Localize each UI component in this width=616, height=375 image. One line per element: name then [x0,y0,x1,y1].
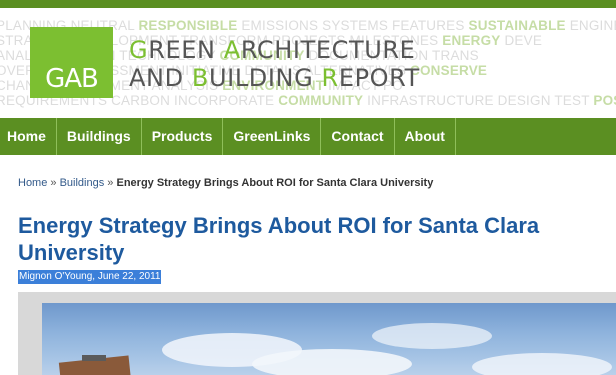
header-word: ENERGY [442,33,501,48]
main-nav: Home Buildings Products GreenLinks Conta… [0,118,616,155]
title-text: RCHITECTURE [240,36,416,64]
header-word: ENGINEERING EFFIC [569,18,616,33]
logo-text: GAB [45,64,99,94]
nav-contact[interactable]: Contact [321,118,395,155]
header-word: POSITIVE [593,93,616,108]
article-title: Energy Strategy Brings About ROI for San… [18,213,540,265]
title-accent-letter: G [129,36,149,64]
title-text: EPORT [338,64,420,92]
nav-products[interactable]: Products [142,118,224,155]
header-word: RESPONSIBLE [138,18,238,33]
title-accent-letter: A [223,36,241,64]
header-word: COMMUNITY [278,93,364,108]
header-word: CONSERVE [410,63,488,78]
article-photo [18,292,616,375]
header-word: DEVE [500,33,543,48]
nav-about[interactable]: About [395,118,456,155]
breadcrumb-home-link[interactable]: Home [18,177,47,189]
header-word: SUSTAINABLE [468,18,566,33]
site-logo[interactable]: GAB [30,27,113,98]
breadcrumb: Home » Buildings » Energy Strategy Bring… [18,177,433,189]
breadcrumb-separator: » [107,177,114,189]
site-title[interactable]: GREEN ARCHITECTURE AND BUILDING REPORT [129,36,420,92]
title-text: REEN [148,36,224,64]
nav-buildings[interactable]: Buildings [57,118,142,155]
cloud-shape [372,323,492,349]
photo-sky [42,303,616,375]
title-accent-letter: B [191,64,209,92]
top-stripe [0,0,616,8]
cloud-shape [252,349,412,375]
header-word: EMISSIONS SYSTEMS FEATURES [237,18,469,33]
cloud-shape [472,353,612,375]
nav-home[interactable]: Home [0,118,57,155]
article-byline: Mignon O'Young, June 22, 2011 [18,270,162,284]
breadcrumb-separator: » [50,177,57,189]
breadcrumb-buildings-link[interactable]: Buildings [60,177,105,189]
site-title-line-2: AND BUILDING REPORT [129,64,420,92]
nav-greenlinks[interactable]: GreenLinks [223,118,322,155]
building-roof-cap [82,355,106,361]
site-title-line-1: GREEN ARCHITECTURE [129,36,420,64]
title-text: AND [129,64,192,92]
header-word: INFRASTRUCTURE DESIGN TEST [363,93,594,108]
breadcrumb-current: Energy Strategy Brings About ROI for San… [116,177,434,189]
title-accent-letter: R [321,64,339,92]
title-text: UILDING [208,64,322,92]
